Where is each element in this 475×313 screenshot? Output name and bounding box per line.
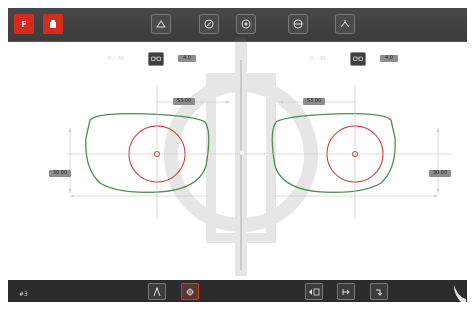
edit-shape-icon xyxy=(309,288,320,295)
groove-tool-icon xyxy=(204,19,214,29)
polish-tool-icon xyxy=(241,19,251,29)
glasses-icon xyxy=(353,56,363,61)
right-pd-label: Pₓ : 61 xyxy=(108,56,125,62)
job-number: #3 xyxy=(19,291,28,298)
left-height-value[interactable]: 30.00 xyxy=(429,170,451,177)
right-width-value[interactable]: 53.00 xyxy=(173,98,195,105)
bottom-toolbar xyxy=(8,280,467,302)
drill-tool-button[interactable] xyxy=(288,14,308,34)
right-side-label: R xyxy=(240,150,245,157)
fast-mode-button[interactable]: F xyxy=(14,14,34,34)
center-tool-icon xyxy=(186,287,194,296)
right-frame-shape-button[interactable] xyxy=(148,52,164,66)
bevel-tool-icon xyxy=(156,20,166,28)
tracer-button[interactable] xyxy=(43,14,63,34)
left-lens-frame xyxy=(271,112,396,193)
edit-shape-button[interactable] xyxy=(305,283,323,300)
next-step-button[interactable] xyxy=(337,283,355,300)
groove-tool-button[interactable] xyxy=(199,14,219,34)
left-pd-label: Pₓ : 61 xyxy=(310,56,327,62)
measure-tool-icon xyxy=(153,287,161,296)
right-height-value[interactable]: 30.00 xyxy=(49,170,71,177)
left-side-label: L xyxy=(265,150,269,157)
right-pd-value[interactable]: 4.0 xyxy=(178,55,196,62)
glasses-icon xyxy=(151,56,161,61)
brand-logo-icon xyxy=(454,285,466,302)
left-width-value[interactable]: 53.00 xyxy=(303,98,325,105)
left-pd-value[interactable]: 4.0 xyxy=(380,55,398,62)
lens-drawing xyxy=(66,38,452,276)
measure-tool-button[interactable] xyxy=(148,283,166,300)
safety-bevel-tool-button[interactable] xyxy=(335,14,355,34)
tracer-icon xyxy=(50,20,56,28)
polish-tool-button[interactable] xyxy=(236,14,256,34)
drill-tool-icon xyxy=(293,19,303,29)
finish-icon xyxy=(376,289,383,296)
center-tool-button[interactable] xyxy=(181,283,199,300)
finish-button[interactable] xyxy=(370,283,388,300)
safety-bevel-tool-icon xyxy=(340,20,350,28)
fast-mode-label: F xyxy=(21,19,27,29)
next-step-icon xyxy=(342,288,350,295)
bevel-tool-button[interactable] xyxy=(151,14,171,34)
left-frame-shape-button[interactable] xyxy=(350,52,366,66)
